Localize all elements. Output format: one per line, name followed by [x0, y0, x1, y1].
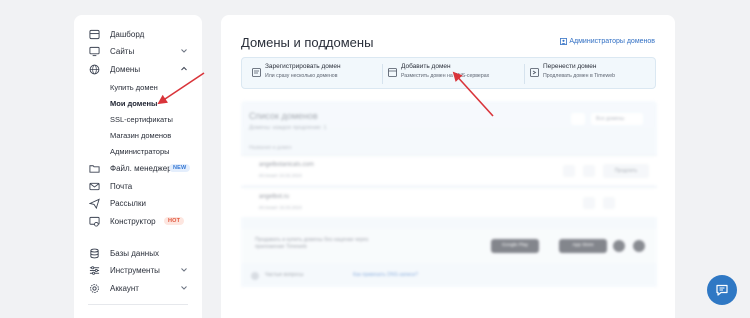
new-badge: NEW: [169, 164, 191, 172]
chevron-down-icon[interactable]: [180, 284, 188, 292]
sidebar-item-builder[interactable]: Конструктор HOT: [74, 213, 202, 229]
sidebar-item-label: Файл. менеджер: [110, 163, 172, 173]
table-row[interactable]: angelbot.ru Истекает 15.03.2024: [241, 187, 657, 217]
register-domain-subtitle: Или сразу несколько доменов: [265, 73, 338, 79]
register-domain-title: Зарегистрировать домен: [265, 63, 341, 70]
add-domain-action[interactable]: Добавить домен Разместить домен на DNS-с…: [388, 63, 518, 85]
sidebar-item-label: Дашборд: [110, 29, 145, 39]
sidebar-item-dashboard[interactable]: Дашборд: [74, 26, 202, 42]
social-icon[interactable]: [613, 240, 625, 252]
sidebar-sub-my-domains[interactable]: Мои домены: [110, 99, 157, 108]
domain-actions-bar: Зарегистрировать домен Или сразу несколь…: [241, 57, 656, 89]
domain-admins-label: Администраторы доменов: [569, 38, 655, 45]
send-icon: [88, 197, 100, 209]
chevron-up-icon[interactable]: [180, 65, 188, 73]
database-icon: [88, 247, 100, 259]
domain-list-panel: Список доменов Домены: каждое продление:…: [241, 101, 657, 287]
sidebar-item-sites[interactable]: Сайты: [74, 43, 202, 59]
sidebar-item-newsletters[interactable]: Рассылки: [74, 195, 202, 211]
sidebar-item-tools[interactable]: Инструменты: [74, 262, 202, 278]
domain-admins-link[interactable]: Администраторы доменов: [560, 38, 655, 45]
row-action-button[interactable]: [563, 165, 575, 177]
sidebar-divider: [88, 304, 188, 305]
sidebar-item-label: Инструменты: [110, 265, 160, 275]
domain-filter-select[interactable]: Все домены: [591, 113, 643, 125]
chevron-down-icon[interactable]: [180, 47, 188, 55]
sliders-icon: [88, 264, 100, 276]
sidebar-sub-domain-shop[interactable]: Магазин доменов: [110, 131, 171, 140]
promo-text: Продавать и купить домены без наценки че…: [255, 237, 369, 250]
folder-icon: [88, 162, 100, 174]
transfer-domain-title: Перенести домен: [543, 63, 597, 70]
sidebar-item-label: Аккаунт: [110, 283, 139, 293]
domain-meta: Истекает 15.03.2024: [259, 205, 302, 210]
filter-toggle[interactable]: [571, 113, 585, 125]
row-action-button[interactable]: [583, 165, 595, 177]
admin-icon: [560, 38, 568, 45]
chevron-down-icon[interactable]: [180, 266, 188, 274]
sidebar-sub-buy-domain[interactable]: Купить домен: [110, 83, 158, 92]
faq-label: Частые вопросы: [265, 272, 304, 278]
table-row[interactable]: angelbotanicals.com Истекает 24.02.2024 …: [241, 155, 657, 185]
sidebar: Дашборд Сайты Домены Купить домен Мои до…: [74, 15, 202, 318]
register-domain-action[interactable]: Зарегистрировать домен Или сразу несколь…: [252, 63, 372, 85]
monitor-icon: [88, 45, 100, 57]
sidebar-item-domains[interactable]: Домены: [74, 61, 202, 77]
add-domain-title: Добавить домен: [401, 63, 451, 70]
faq-row: Частые вопросы Как привязать DNS-записи?: [241, 265, 657, 287]
builder-icon: [88, 215, 100, 227]
add-domain-icon: [388, 64, 397, 77]
renew-button[interactable]: Продлить: [603, 164, 649, 178]
help-icon: [251, 272, 259, 280]
sidebar-item-databases[interactable]: Базы данных: [74, 245, 202, 261]
sidebar-item-label: Конструктор: [110, 216, 156, 226]
register-icon: [252, 64, 261, 77]
transfer-domain-action[interactable]: Перенести домен Продлевать домен в Timew…: [530, 63, 650, 85]
social-icon[interactable]: [633, 240, 645, 252]
chat-icon: [716, 284, 728, 296]
gear-icon: [88, 282, 100, 294]
action-divider: [382, 64, 383, 84]
sidebar-item-label: Сайты: [110, 46, 135, 56]
mail-icon: [88, 180, 100, 192]
row-action-button[interactable]: [583, 197, 595, 209]
row-action-button[interactable]: [603, 197, 615, 209]
sidebar-item-file-manager[interactable]: Файл. менеджер NEW: [74, 160, 202, 176]
hot-badge: HOT: [164, 217, 185, 225]
domain-name[interactable]: angelbotanicals.com: [259, 162, 314, 168]
domain-meta: Истекает 24.02.2024: [259, 173, 302, 178]
globe-icon: [88, 63, 100, 75]
app-store-button[interactable]: App Store: [559, 239, 607, 253]
domain-list-blurred: Список доменов Домены: каждое продление:…: [241, 101, 657, 303]
mobile-app-promo: Продавать и купить домены без наценки че…: [241, 229, 657, 263]
google-play-button[interactable]: Google Play: [491, 239, 539, 253]
main-panel: Домены и поддомены Администраторы домено…: [221, 15, 675, 318]
transfer-domain-subtitle: Продлевать домен в Timeweb: [543, 73, 616, 79]
support-chat-button[interactable]: [707, 275, 737, 305]
domain-list-title: Список доменов: [249, 111, 318, 121]
add-domain-subtitle: Разместить домен на DNS-серверах: [401, 73, 490, 79]
page-title: Домены и поддомены: [241, 35, 374, 50]
domain-list-subtitle: Домены: каждое продление: 1: [249, 125, 327, 131]
sidebar-item-label: Рассылки: [110, 198, 146, 208]
sidebar-sub-ssl[interactable]: SSL-сертификаты: [110, 115, 173, 124]
sidebar-item-mail[interactable]: Почта: [74, 178, 202, 194]
domain-name[interactable]: angelbot.ru: [259, 194, 289, 200]
action-divider: [524, 64, 525, 84]
sidebar-item-label: Домены: [110, 64, 141, 74]
faq-link[interactable]: Как привязать DNS-записи?: [353, 272, 418, 278]
sidebar-item-label: Базы данных: [110, 248, 159, 258]
dashboard-icon: [88, 28, 100, 40]
sidebar-sub-admins[interactable]: Администраторы: [110, 147, 170, 156]
transfer-icon: [530, 64, 539, 77]
sidebar-item-label: Почта: [110, 181, 133, 191]
sidebar-item-account[interactable]: Аккаунт: [74, 280, 202, 296]
column-header: Название и домен: [249, 145, 292, 151]
